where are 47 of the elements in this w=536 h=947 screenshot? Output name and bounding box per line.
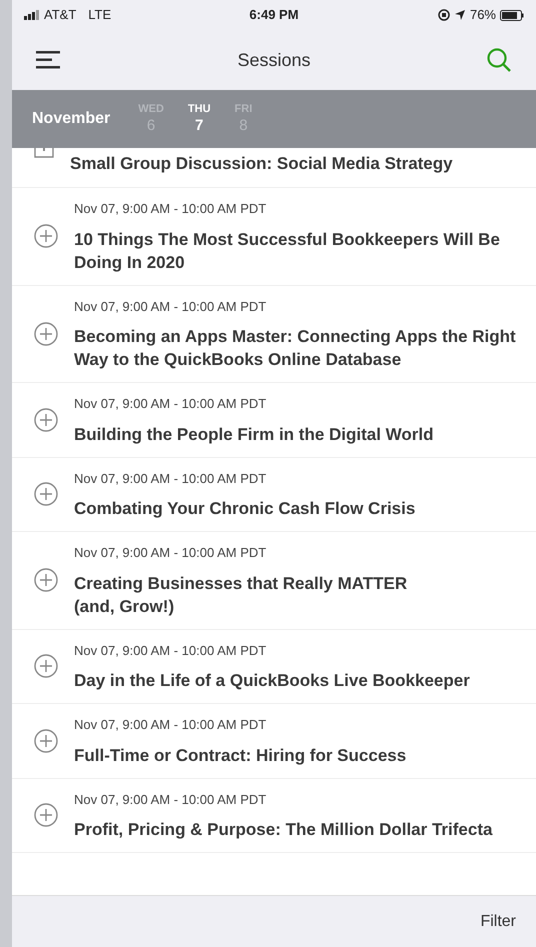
add-icon[interactable] <box>34 728 58 753</box>
signal-icon <box>24 10 40 20</box>
session-title: Small Group Discussion: Social Media Strategy <box>70 153 453 175</box>
clock-time: 6:49 PM <box>249 7 299 22</box>
session-title: Combating Your Chronic Cash Flow Crisis <box>74 498 416 520</box>
session-time: Nov 07, 9:00 AM - 10:00 AM PDT <box>74 298 268 316</box>
add-icon[interactable] <box>34 803 58 828</box>
session-row[interactable]: Nov 07, 9:00 AM - 10:00 AM PDT Building the People Firm in the Digital World <box>12 383 536 458</box>
session-row[interactable]: Nov 07, 9:00 AM - 10:00 AM PDT Day in the Life of a QuickBooks Live Bookkeeper <box>12 630 536 704</box>
session-title: 10 Things The Most Successful Bookkeepers Will Be Doing In 2020 <box>74 228 501 274</box>
lock-rotation-icon <box>438 9 450 21</box>
screen-title: Sessions <box>237 50 311 70</box>
session-time: Nov 07, 9:00 AM - 10:00 AM PDT <box>74 470 268 488</box>
add-icon[interactable] <box>34 224 58 248</box>
add-icon[interactable] <box>34 568 58 592</box>
session-row[interactable]: Small Group Discussion: Social Media Strategy <box>12 148 536 188</box>
session-time: Nov 07, 9:00 AM - 10:00 AM PDT <box>74 790 268 808</box>
filter-button[interactable]: Filter <box>480 910 516 934</box>
session-row[interactable]: Nov 07, 9:00 AM - 10:00 AM PDT Becoming an Apps Master: Connecting Apps the Right Way to the QuickBooks Online Database <box>12 286 536 383</box>
battery-icon <box>500 10 524 20</box>
session-row[interactable]: Nov 07, 9:00 AM - 10:00 AM PDT Profit, Pricing & Purpose: The Million Dollar Trifecta <box>12 778 536 853</box>
session-title: Building the People Firm in the Digital World <box>74 424 434 446</box>
session-row[interactable]: Nov 07, 9:00 AM - 10:00 AM PDT 10 Things The Most Successful Bookkeepers Will Be Doing In 2020 <box>12 188 536 286</box>
add-icon[interactable] <box>34 654 58 678</box>
session-title: Day in the Life of a QuickBooks Live Bookkeeper <box>74 670 470 692</box>
session-title: Creating Businesses that Really MATTER (and, Grow!) <box>74 572 408 618</box>
network-type: LTE <box>88 6 112 24</box>
session-title: Becoming an Apps Master: Connecting Apps the Right Way to the QuickBooks Online Database <box>74 326 517 371</box>
session-row[interactable]: Nov 07, 9:00 AM - 10:00 AM PDT Creating Businesses that Really MATTER (and, Grow!) <box>12 532 536 630</box>
session-time: Nov 07, 9:00 AM - 10:00 AM PDT <box>74 395 268 413</box>
session-time: Nov 07, 9:00 AM - 10:00 AM PDT <box>74 642 268 660</box>
session-title: Full-Time or Contract: Hiring for Success <box>74 744 406 766</box>
location-arrow-icon <box>454 9 466 21</box>
session-time: Nov 07, 9:00 AM - 10:00 AM PDT <box>74 200 268 218</box>
menu-icon[interactable] <box>36 51 62 69</box>
month-label: November <box>32 109 110 129</box>
session-title: Profit, Pricing & Purpose: The Million Dollar Trifecta <box>74 819 492 841</box>
carrier-name: AT&T <box>44 6 76 24</box>
add-icon[interactable] <box>34 482 58 506</box>
add-icon[interactable] <box>34 408 58 432</box>
session-time: Nov 07, 9:00 AM - 10:00 AM PDT <box>74 544 268 562</box>
session-row[interactable]: Nov 07, 9:00 AM - 10:00 AM PDT Combating Your Chronic Cash Flow Crisis <box>12 458 536 532</box>
add-icon[interactable] <box>34 322 58 346</box>
battery-percent: 76% <box>470 6 496 24</box>
session-row[interactable]: Nov 07, 9:00 AM - 10:00 AM PDT Full-Time or Contract: Hiring for Success <box>12 704 536 778</box>
session-time: Nov 07, 9:00 AM - 10:00 AM PDT <box>74 716 268 734</box>
search-icon[interactable] <box>486 47 512 73</box>
